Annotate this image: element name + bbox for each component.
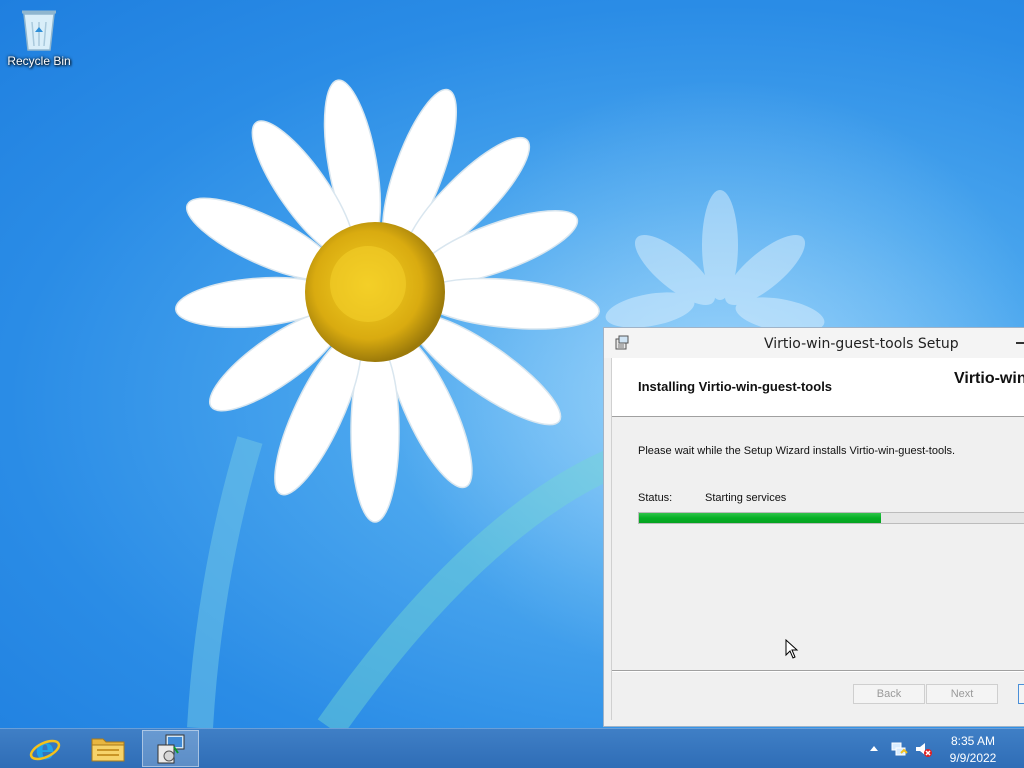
taskbar: e 8:35 AM 9/9/2022 <box>0 728 1024 768</box>
mouse-pointer-icon <box>785 639 799 659</box>
installer-icon <box>615 335 629 350</box>
recycle-bin-label: Recycle Bin <box>7 54 71 68</box>
setup-wizard-window: Virtio-win-guest-tools Setup Installing … <box>603 327 1024 727</box>
status-value: Starting services <box>705 492 787 504</box>
wizard-content: Installing Virtio-win-guest-tools Virtio… <box>611 358 1024 720</box>
back-button[interactable]: Back <box>853 684 925 704</box>
recycle-bin-desktop-icon[interactable]: Recycle Bin <box>4 4 74 76</box>
internet-explorer-icon: e <box>29 733 61 765</box>
network-icon[interactable] <box>890 740 908 758</box>
show-hidden-icons-chevron[interactable] <box>869 744 879 752</box>
clock-date[interactable]: 9/9/2022 <box>945 751 1001 765</box>
desktop: Recycle Bin Virtio-win-guest-tools Setup… <box>0 0 1024 728</box>
taskbar-file-explorer[interactable] <box>81 730 135 767</box>
minimize-button[interactable] <box>1016 342 1024 344</box>
file-explorer-icon <box>91 738 125 761</box>
banner-title: Installing Virtio-win-guest-tools <box>638 379 833 394</box>
recycle-bin-icon <box>22 10 56 51</box>
install-description: Please wait while the Setup Wizard insta… <box>638 445 956 457</box>
taskbar-setup-installer[interactable] <box>142 730 199 767</box>
clock-time[interactable]: 8:35 AM <box>945 734 1001 748</box>
footer-separator <box>612 670 1024 672</box>
title-bar[interactable]: Virtio-win-guest-tools Setup <box>604 328 1024 358</box>
taskbar-internet-explorer[interactable]: e <box>18 730 72 767</box>
next-button[interactable]: Next <box>926 684 998 704</box>
cancel-button[interactable] <box>1018 684 1024 704</box>
wizard-banner: Installing Virtio-win-guest-tools Virtio… <box>612 358 1024 417</box>
status-label: Status: <box>638 492 673 504</box>
volume-muted-icon[interactable] <box>914 740 932 758</box>
window-title: Virtio-win-guest-tools Setup <box>764 336 959 352</box>
progress-fill <box>639 513 882 523</box>
install-progress-bar <box>638 512 1024 524</box>
setup-installer-icon <box>157 734 184 763</box>
banner-brand: Virtio-win <box>954 370 1024 387</box>
